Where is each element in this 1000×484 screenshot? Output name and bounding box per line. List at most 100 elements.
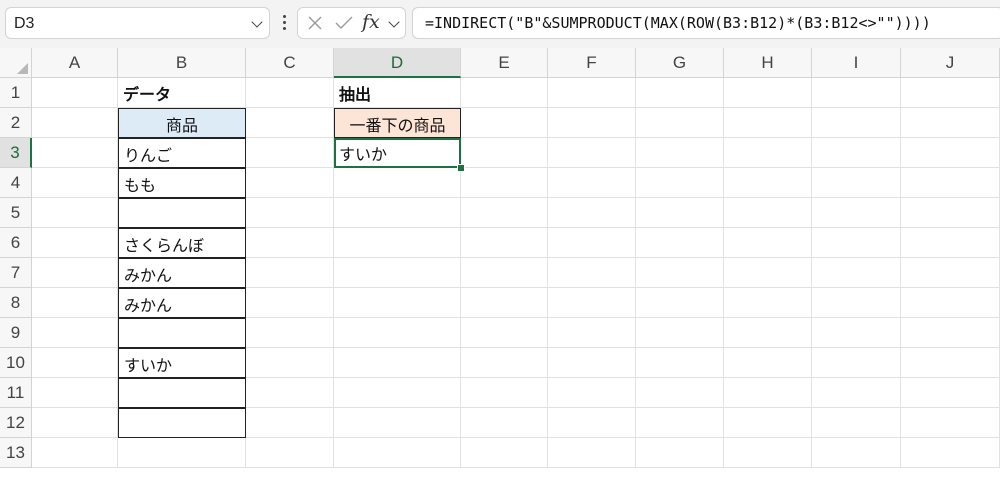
cell-c3[interactable]: [246, 138, 334, 168]
cell-g4[interactable]: [636, 168, 724, 198]
cell-e5[interactable]: [461, 198, 548, 228]
cell-b11[interactable]: [118, 378, 246, 408]
row-header-12[interactable]: 12: [0, 408, 32, 438]
cell-f1[interactable]: [548, 78, 636, 108]
cell-e3[interactable]: [461, 138, 548, 168]
cell-d12[interactable]: [334, 408, 461, 438]
cell-h2[interactable]: [724, 108, 812, 138]
cell-h8[interactable]: [724, 288, 812, 318]
cell-h12[interactable]: [724, 408, 812, 438]
cell-c6[interactable]: [246, 228, 334, 258]
cell-b13[interactable]: [118, 438, 246, 468]
column-header-a[interactable]: A: [32, 48, 118, 78]
cell-c4[interactable]: [246, 168, 334, 198]
cell-g11[interactable]: [636, 378, 724, 408]
cell-j8[interactable]: [901, 288, 1000, 318]
cell-h13[interactable]: [724, 438, 812, 468]
cell-i5[interactable]: [812, 198, 901, 228]
cell-i11[interactable]: [812, 378, 901, 408]
column-header-e[interactable]: E: [461, 48, 548, 78]
name-box[interactable]: D3: [5, 7, 270, 39]
row-header-3[interactable]: 3: [0, 138, 32, 168]
cell-i12[interactable]: [812, 408, 901, 438]
cell-g2[interactable]: [636, 108, 724, 138]
cell-h1[interactable]: [724, 78, 812, 108]
column-header-f[interactable]: F: [548, 48, 636, 78]
cell-c1[interactable]: [246, 78, 334, 108]
cell-h11[interactable]: [724, 378, 812, 408]
cell-b4[interactable]: もも: [118, 168, 246, 198]
formula-text[interactable]: =INDIRECT("B"&SUMPRODUCT(MAX(ROW(B3:B12)…: [425, 14, 931, 32]
cell-f5[interactable]: [548, 198, 636, 228]
cell-h6[interactable]: [724, 228, 812, 258]
cell-g5[interactable]: [636, 198, 724, 228]
cell-b1[interactable]: データ: [118, 78, 246, 108]
cell-i7[interactable]: [812, 258, 901, 288]
cell-i9[interactable]: [812, 318, 901, 348]
cell-b3[interactable]: りんご: [118, 138, 246, 168]
cell-d8[interactable]: [334, 288, 461, 318]
column-header-i[interactable]: I: [812, 48, 901, 78]
enter-check-icon[interactable]: [334, 15, 354, 31]
cell-e1[interactable]: [461, 78, 548, 108]
cell-j2[interactable]: [901, 108, 1000, 138]
cell-f8[interactable]: [548, 288, 636, 318]
cell-i6[interactable]: [812, 228, 901, 258]
cell-d2[interactable]: 一番下の商品: [334, 108, 461, 138]
cell-i4[interactable]: [812, 168, 901, 198]
insert-function-icon[interactable]: fx: [362, 11, 380, 33]
cell-a4[interactable]: [32, 168, 118, 198]
formula-input[interactable]: =INDIRECT("B"&SUMPRODUCT(MAX(ROW(B3:B12)…: [412, 7, 1000, 39]
cell-j3[interactable]: [901, 138, 1000, 168]
cell-d13[interactable]: [334, 438, 461, 468]
cell-c12[interactable]: [246, 408, 334, 438]
cell-i3[interactable]: [812, 138, 901, 168]
cell-b6[interactable]: さくらんぼ: [118, 228, 246, 258]
cell-d4[interactable]: [334, 168, 461, 198]
cell-g10[interactable]: [636, 348, 724, 378]
cell-i8[interactable]: [812, 288, 901, 318]
cell-e7[interactable]: [461, 258, 548, 288]
cell-e11[interactable]: [461, 378, 548, 408]
cell-j10[interactable]: [901, 348, 1000, 378]
row-header-4[interactable]: 4: [0, 168, 32, 198]
cell-a11[interactable]: [32, 378, 118, 408]
cell-d9[interactable]: [334, 318, 461, 348]
cell-a3[interactable]: [32, 138, 118, 168]
cell-b5[interactable]: [118, 198, 246, 228]
row-header-6[interactable]: 6: [0, 228, 32, 258]
row-header-11[interactable]: 11: [0, 378, 32, 408]
cell-a9[interactable]: [32, 318, 118, 348]
cell-h3[interactable]: [724, 138, 812, 168]
row-header-5[interactable]: 5: [0, 198, 32, 228]
cell-c10[interactable]: [246, 348, 334, 378]
cell-j13[interactable]: [901, 438, 1000, 468]
cell-e9[interactable]: [461, 318, 548, 348]
cell-b7[interactable]: みかん: [118, 258, 246, 288]
cell-h7[interactable]: [724, 258, 812, 288]
cell-a6[interactable]: [32, 228, 118, 258]
cell-j1[interactable]: [901, 78, 1000, 108]
cell-i13[interactable]: [812, 438, 901, 468]
cell-c9[interactable]: [246, 318, 334, 348]
cell-e6[interactable]: [461, 228, 548, 258]
cell-a8[interactable]: [32, 288, 118, 318]
cell-i2[interactable]: [812, 108, 901, 138]
name-box-value[interactable]: D3: [14, 15, 34, 33]
row-header-2[interactable]: 2: [0, 108, 32, 138]
cell-h4[interactable]: [724, 168, 812, 198]
cell-f6[interactable]: [548, 228, 636, 258]
cell-a7[interactable]: [32, 258, 118, 288]
cell-g6[interactable]: [636, 228, 724, 258]
row-header-13[interactable]: 13: [0, 438, 32, 468]
cell-d3[interactable]: すいか: [334, 138, 461, 168]
cell-j5[interactable]: [901, 198, 1000, 228]
cell-e8[interactable]: [461, 288, 548, 318]
cell-a13[interactable]: [32, 438, 118, 468]
cell-a1[interactable]: [32, 78, 118, 108]
cell-a10[interactable]: [32, 348, 118, 378]
cell-e10[interactable]: [461, 348, 548, 378]
cell-d7[interactable]: [334, 258, 461, 288]
chevron-down-icon[interactable]: [251, 16, 263, 28]
cell-e4[interactable]: [461, 168, 548, 198]
